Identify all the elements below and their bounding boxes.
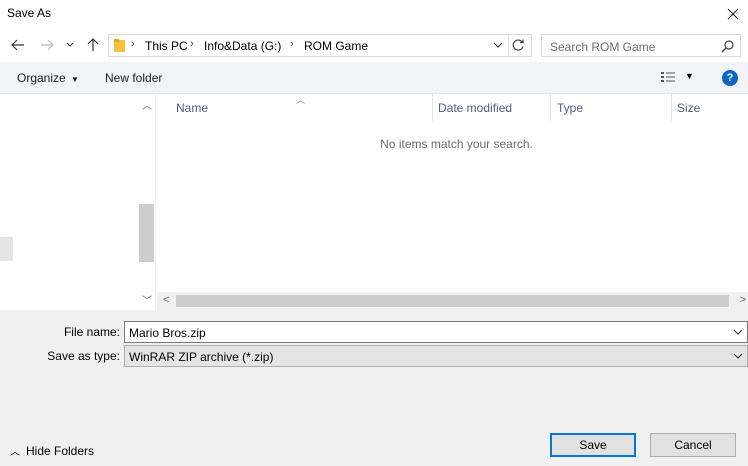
new-folder-button[interactable]: New folder xyxy=(105,71,162,85)
file-list[interactable]: ︿ Name Date modified Type Size No items … xyxy=(157,94,748,310)
address-divider xyxy=(508,35,509,56)
empty-message: No items match your search. xyxy=(380,137,533,151)
recent-locations-button[interactable] xyxy=(64,36,76,54)
scroll-up-icon[interactable]: ︿ xyxy=(142,97,152,112)
refresh-icon[interactable] xyxy=(511,37,525,53)
breadcrumb-drive[interactable]: Info&Data (G:) xyxy=(204,39,281,53)
forward-button[interactable] xyxy=(38,36,56,54)
close-button[interactable] xyxy=(718,0,748,28)
save-as-type-value: WinRAR ZIP archive (*.zip) xyxy=(129,350,274,364)
file-name-value: Mario Bros.zip xyxy=(129,326,206,340)
help-icon[interactable]: ? xyxy=(722,70,738,86)
save-as-type-label: Save as type: xyxy=(47,349,120,363)
breadcrumb-this-pc[interactable]: This PC xyxy=(145,39,188,53)
search-box[interactable]: Search ROM Game xyxy=(541,34,741,57)
caret-down-icon: ▼ xyxy=(71,75,79,84)
navigation-pane[interactable] xyxy=(0,94,137,310)
scroll-left-icon[interactable]: < xyxy=(163,294,169,306)
address-bar[interactable]: › This PC › Info&Data (G:) › ROM Game xyxy=(108,34,532,57)
horizontal-scrollbar-thumb[interactable] xyxy=(176,295,729,307)
recent-locations-icon xyxy=(66,42,74,47)
nav-selected-item[interactable] xyxy=(0,237,13,261)
search-placeholder: Search ROM Game xyxy=(550,40,656,54)
column-header-name[interactable]: Name xyxy=(176,101,208,115)
organize-label: Organize xyxy=(17,71,66,85)
chevron-up-icon: ︿ xyxy=(10,447,20,458)
horizontal-scrollbar[interactable]: < > xyxy=(157,292,748,310)
cancel-button[interactable]: Cancel xyxy=(650,433,736,457)
navigation-pane-scrollbar[interactable]: ︿ ﹀ xyxy=(137,94,156,310)
up-button[interactable] xyxy=(84,36,102,54)
column-header-size[interactable]: Size xyxy=(677,101,700,115)
column-header-date-modified[interactable]: Date modified xyxy=(438,101,512,115)
up-arrow-icon xyxy=(87,38,99,51)
column-divider[interactable] xyxy=(671,94,672,121)
window-title: Save As xyxy=(7,6,52,20)
folder-icon xyxy=(114,39,125,52)
hide-folders-button[interactable]: ︿ Hide Folders xyxy=(10,443,94,458)
address-dropdown-icon[interactable] xyxy=(493,38,503,52)
save-form: File name: Mario Bros.zip Save as type: … xyxy=(0,310,748,466)
hide-folders-label: Hide Folders xyxy=(26,444,95,458)
scroll-right-icon[interactable]: > xyxy=(740,294,746,306)
file-name-label: File name: xyxy=(63,325,120,339)
view-options-icon[interactable] xyxy=(660,71,676,85)
back-button[interactable] xyxy=(9,36,27,54)
sort-ascending-icon: ︿ xyxy=(296,95,306,105)
scroll-down-icon[interactable]: ﹀ xyxy=(142,292,152,307)
view-dropdown-icon[interactable]: ▼ xyxy=(685,71,694,81)
organize-button[interactable]: Organize ▼ xyxy=(17,71,79,85)
column-divider[interactable] xyxy=(550,94,551,121)
scrollbar-thumb[interactable] xyxy=(139,204,154,262)
search-icon[interactable] xyxy=(721,39,735,53)
save-button[interactable]: Save xyxy=(550,433,636,457)
navigation-bar: › This PC › Info&Data (G:) › ROM Game Se… xyxy=(0,30,748,62)
breadcrumb-rom-game[interactable]: ROM Game xyxy=(304,39,368,53)
close-icon xyxy=(727,8,739,20)
forward-arrow-icon xyxy=(41,39,54,51)
column-divider[interactable] xyxy=(432,94,433,121)
save-as-type-select[interactable]: WinRAR ZIP archive (*.zip) xyxy=(124,345,748,367)
chevron-down-icon[interactable] xyxy=(733,349,743,363)
breadcrumb-separator: › xyxy=(131,38,135,50)
breadcrumb-separator: › xyxy=(290,38,294,50)
title-bar: Save As xyxy=(0,0,748,30)
chevron-down-icon[interactable] xyxy=(733,325,743,339)
file-name-input[interactable]: Mario Bros.zip xyxy=(124,321,748,343)
column-header-type[interactable]: Type xyxy=(557,101,583,115)
command-toolbar: Organize ▼ New folder ▼ ? xyxy=(0,62,748,94)
breadcrumb-separator: › xyxy=(190,38,194,50)
back-arrow-icon xyxy=(11,39,24,51)
